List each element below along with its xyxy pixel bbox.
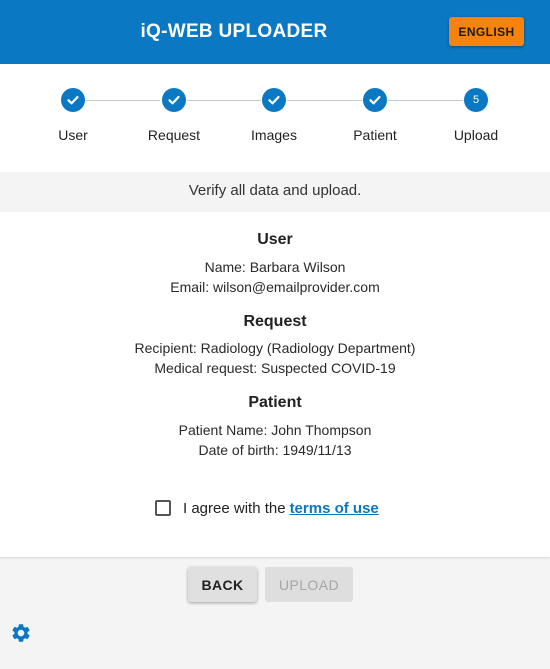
step-complete-check-icon — [162, 88, 186, 112]
terms-of-use-link[interactable]: terms of use — [290, 500, 379, 517]
patient-name: Patient Name: John Thompson — [178, 422, 372, 438]
step-complete-check-icon — [262, 88, 286, 112]
app-header: iQ-WEB UPLOADER ENGLISH — [0, 0, 550, 64]
instruction-text: Verify all data and upload. — [0, 172, 550, 212]
user-name: Name: Barbara Wilson — [204, 259, 346, 275]
request-recipient: Recipient: Radiology (Radiology Departme… — [134, 340, 416, 356]
patient-section-title: Patient — [248, 394, 302, 411]
app-title: iQ-WEB UPLOADER — [140, 21, 328, 42]
step-label: Request — [147, 127, 201, 143]
step-number: 5 — [464, 88, 488, 112]
stepper: User Request Images Patient 5 Upload — [0, 64, 550, 172]
request-medical: Medical request: Suspected COVID-19 — [154, 360, 396, 376]
user-email: Email: wilson@emailprovider.com — [170, 279, 380, 295]
step-complete-check-icon — [61, 88, 85, 112]
step-patient: Patient — [325, 88, 425, 143]
language-button[interactable]: ENGLISH — [449, 17, 524, 46]
request-section-title: Request — [243, 313, 307, 330]
gear-icon[interactable] — [10, 622, 32, 644]
patient-dob: Date of birth: 1949/11/13 — [198, 442, 352, 458]
back-button[interactable]: BACK — [188, 567, 257, 602]
step-upload: 5 Upload — [426, 88, 526, 143]
terms-checkbox[interactable] — [155, 500, 171, 516]
step-complete-check-icon — [363, 88, 387, 112]
step-label: Images — [251, 127, 297, 143]
terms-label: I agree with the — [183, 499, 286, 517]
user-section-title: User — [257, 231, 293, 248]
step-user: User — [23, 88, 123, 143]
step-label: Patient — [353, 127, 397, 143]
step-label: User — [58, 127, 88, 143]
summary-card: User Name: Barbara Wilson Email: wilson@… — [0, 212, 550, 557]
upload-button[interactable]: UPLOAD — [265, 567, 353, 602]
step-request: Request — [124, 88, 224, 143]
step-images: Images — [224, 88, 324, 143]
step-label: Upload — [453, 127, 499, 143]
terms-agreement: I agree with the terms of use — [155, 499, 379, 517]
